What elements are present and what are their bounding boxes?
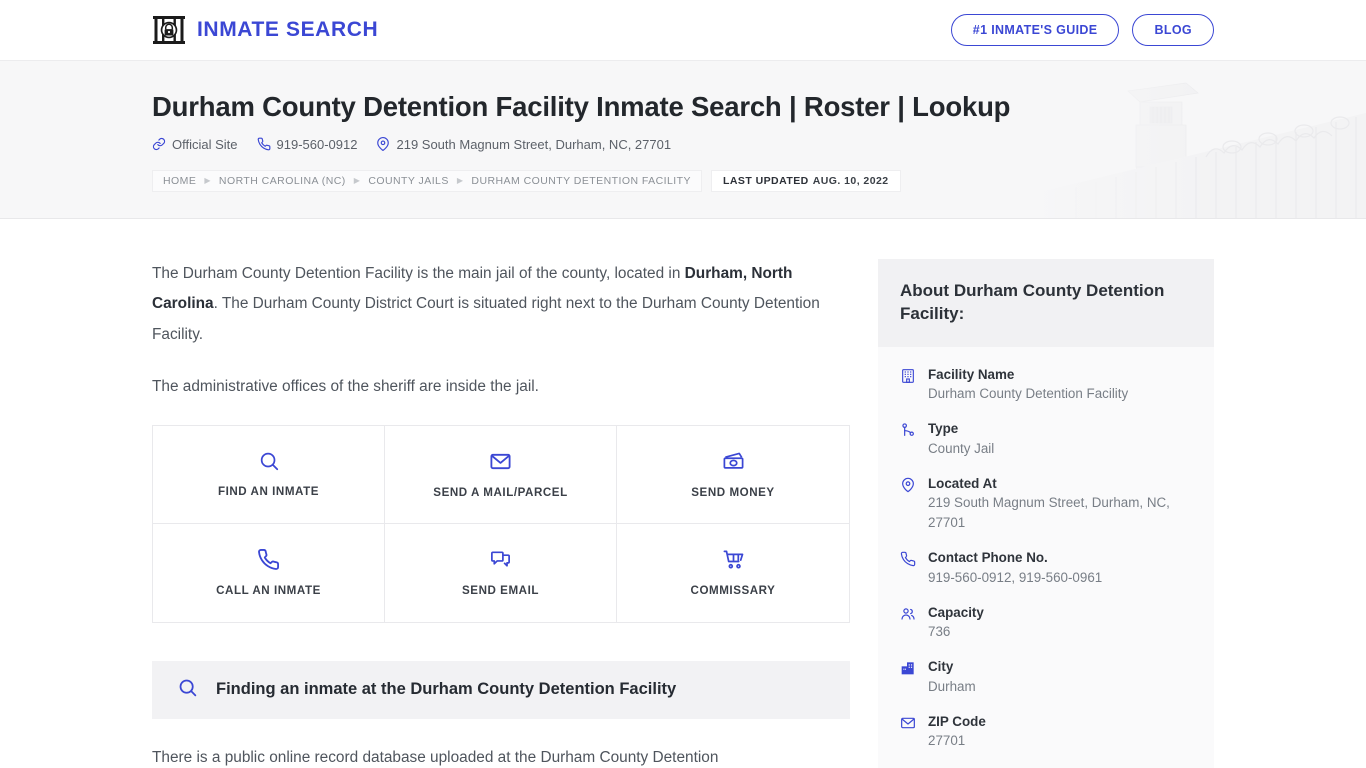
page-title: Durham County Detention Facility Inmate …: [152, 91, 1011, 122]
fact-value: Durham: [928, 678, 976, 694]
page-content: The Durham County Detention Facility is …: [0, 219, 1366, 768]
envelope-icon: [489, 450, 512, 473]
fact-capacity: Capacity 736: [900, 603, 1192, 643]
fact-label: City: [928, 659, 954, 675]
fact-value: 27701: [928, 733, 966, 749]
fact-value: County Jail: [928, 440, 995, 456]
phone-icon: [257, 548, 280, 571]
phone-icon: [257, 137, 271, 151]
building-icon: [900, 365, 917, 384]
action-send-email[interactable]: SEND EMAIL: [385, 523, 617, 622]
blog-button[interactable]: BLOG: [1132, 13, 1214, 47]
hero-banner: Durham County Detention Facility Inmate …: [0, 60, 1366, 219]
about-facility-facts: Facility Name Durham County Detention Fa…: [878, 347, 1214, 768]
action-send-money[interactable]: SEND MONEY: [617, 425, 849, 524]
fact-facility-name: Facility Name Durham County Detention Fa…: [900, 365, 1192, 405]
action-send-a-mail-parcel[interactable]: SEND A MAIL/PARCEL: [385, 425, 617, 524]
fact-city: City Durham: [900, 657, 1192, 697]
facility-address-label: 219 South Magnum Street, Durham, NC, 277…: [396, 136, 672, 152]
breadcrumb-item-county-jails[interactable]: COUNTY JAILS: [368, 175, 448, 187]
facility-phone-label: 919-560-0912: [276, 136, 358, 152]
fact-label: Capacity: [928, 604, 984, 620]
breadcrumb: HOME ▶ NORTH CAROLINA (NC) ▶ COUNTY JAIL…: [152, 169, 1214, 192]
about-facility-card: About Durham County Detention Facility:: [878, 258, 1214, 768]
facility-phone-link[interactable]: 919-560-0912: [257, 136, 358, 152]
fact-label: Type: [928, 421, 959, 437]
about-facility-title: About Durham County Detention Facility:: [900, 280, 1165, 324]
fact-value: 219 South Magnum Street, Durham, NC, 277…: [928, 495, 1170, 531]
brand-logo-link[interactable]: INMATE SEARCH: [152, 13, 378, 47]
navbar-actions: #1 INMATE'S GUIDE BLOG: [950, 13, 1214, 47]
fact-located-at: Located At 219 South Magnum Street, Durh…: [900, 474, 1192, 534]
last-updated-label: LAST UPDATED: [722, 174, 809, 187]
action-label: SEND MONEY: [691, 485, 775, 499]
intro-paragraph: The Durham County Detention Facility is …: [152, 259, 850, 351]
fact-label: ZIP Code: [928, 713, 986, 729]
envelope-icon: [900, 712, 917, 731]
money-banknote-icon: [722, 450, 745, 473]
last-updated-badge: LAST UPDATED AUG. 10, 2022: [710, 169, 901, 192]
action-label: CALL AN INMATE: [216, 584, 321, 598]
shopping-cart-icon: [722, 548, 745, 571]
fact-label: Located At: [928, 475, 997, 491]
facility-meta: Official Site 919-560-0912 219 South Mag…: [152, 137, 1214, 152]
map-pin-icon: [900, 474, 917, 493]
fact-zip-code: ZIP Code 27701: [900, 712, 1192, 752]
fact-value: 919-560-0912, 919-560-0961: [928, 569, 1103, 585]
search-icon: [258, 450, 280, 472]
action-label: SEND EMAIL: [462, 584, 539, 598]
action-find-an-inmate[interactable]: FIND AN INMATE: [153, 425, 385, 524]
city-icon: [900, 657, 917, 676]
brand-name: INMATE SEARCH: [197, 18, 379, 41]
main-column: The Durham County Detention Facility is …: [152, 219, 850, 768]
node-branch-icon: [900, 419, 917, 438]
official-site-link[interactable]: Official Site: [152, 137, 238, 152]
breadcrumb-item-state[interactable]: NORTH CAROLINA (NC): [219, 175, 346, 187]
breadcrumb-trail: HOME ▶ NORTH CAROLINA (NC) ▶ COUNTY JAIL…: [152, 169, 702, 192]
fact-type: Type County Jail: [900, 419, 1192, 459]
chevron-right-icon: ▶: [456, 175, 464, 185]
breadcrumb-item-home[interactable]: HOME: [163, 175, 196, 187]
search-icon: [177, 677, 198, 703]
sidebar-column: About Durham County Detention Facility:: [878, 219, 1214, 768]
phone-icon: [900, 548, 917, 567]
fact-label: Facility Name: [928, 366, 1015, 382]
top-navbar: INMATE SEARCH #1 INMATE'S GUIDE BLOG: [0, 0, 1366, 60]
last-updated-date: AUG. 10, 2022: [812, 174, 889, 187]
breadcrumb-item-current: DURHAM COUNTY DETENTION FACILITY: [471, 174, 691, 187]
link-icon: [152, 137, 166, 151]
action-label: COMMISSARY: [690, 584, 776, 598]
users-icon: [900, 603, 917, 622]
chat-bubbles-icon: [489, 548, 512, 571]
fact-value: 736: [928, 624, 951, 640]
fact-label: Contact Phone No.: [928, 550, 1048, 566]
fact-contact-phone: Contact Phone No. 919-560-0912, 919-560-…: [900, 548, 1192, 588]
action-label: FIND AN INMATE: [217, 485, 320, 499]
action-label: SEND A MAIL/PARCEL: [433, 485, 568, 499]
chevron-right-icon: ▶: [353, 175, 361, 185]
facility-address: 219 South Magnum Street, Durham, NC, 277…: [376, 137, 671, 152]
intro-paragraph-post: . The Durham County District Court is si…: [152, 295, 820, 343]
secondary-paragraph: The administrative offices of the sherif…: [152, 378, 539, 396]
intro-paragraph-pre: The Durham County Detention Facility is …: [152, 264, 685, 282]
fact-value: Durham County Detention Facility: [928, 385, 1129, 401]
official-site-label: Official Site: [172, 136, 238, 152]
action-call-an-inmate[interactable]: CALL AN INMATE: [153, 523, 385, 622]
map-pin-icon: [376, 137, 390, 152]
section-paragraph: There is a public online record database…: [152, 748, 719, 766]
action-commissary[interactable]: COMMISSARY: [617, 523, 849, 622]
about-facility-header: About Durham County Detention Facility:: [878, 258, 1214, 347]
inmates-guide-button[interactable]: #1 INMATE'S GUIDE: [950, 13, 1120, 47]
jail-bars-padlock-logo-icon: [152, 13, 186, 47]
section-heading-finding-inmate: Finding an inmate at the Durham County D…: [152, 660, 850, 719]
chevron-right-icon: ▶: [204, 175, 211, 185]
section-heading-title: Finding an inmate at the Durham County D…: [216, 680, 677, 699]
action-grid: FIND AN INMATE SEND A MAIL/PARCEL SEND M…: [152, 424, 850, 623]
